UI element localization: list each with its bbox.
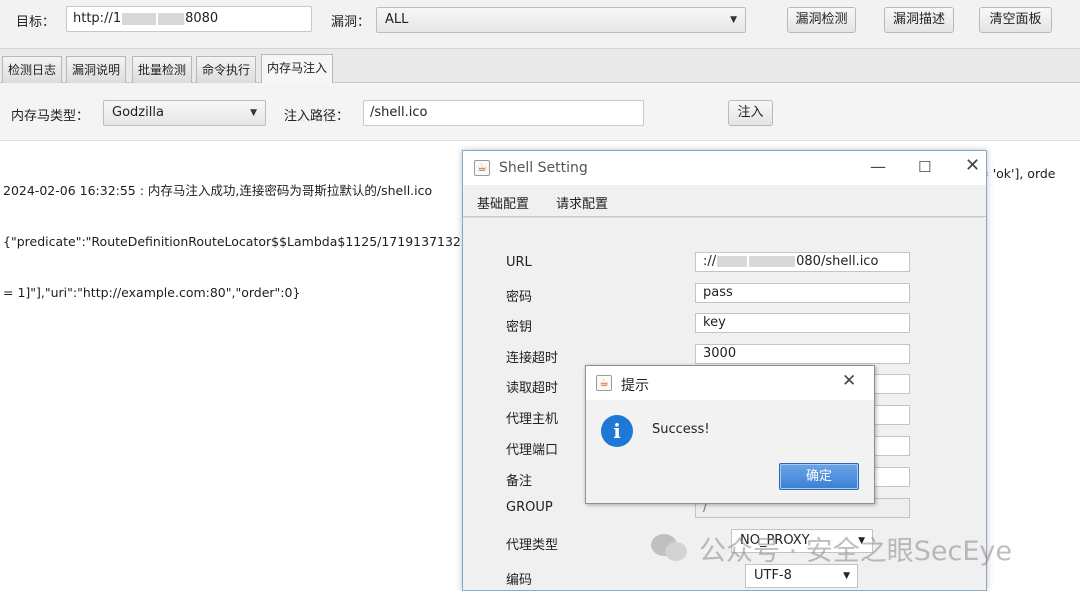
- java-cup-icon: ☕: [474, 160, 490, 176]
- inject-path-input[interactable]: /shell.ico: [363, 100, 644, 126]
- target-input[interactable]: http://1 8080: [66, 6, 312, 32]
- tab-detect-log[interactable]: 检测日志: [2, 56, 63, 83]
- field-label-proxy-host: 代理主机: [506, 412, 559, 427]
- redacted-block: [749, 256, 796, 267]
- memshell-type-select[interactable]: Godzilla ▼: [103, 100, 266, 126]
- target-label: 目标：: [16, 15, 56, 30]
- info-icon: i: [601, 415, 633, 447]
- target-value-prefix: http://1: [73, 11, 122, 26]
- inject-path-label: 注入路径：: [284, 109, 350, 124]
- key-input[interactable]: key: [695, 313, 910, 333]
- watermark-text: 公众号 · 安全之眼SecEye: [699, 535, 1012, 567]
- inject-button[interactable]: 注入: [728, 100, 773, 126]
- close-icon[interactable]: ✕: [965, 155, 980, 176]
- field-label-encoding: 编码: [506, 573, 533, 588]
- url-value-prefix: ://: [703, 254, 717, 269]
- tab-command-exec[interactable]: 命令执行: [196, 56, 257, 83]
- window-titlebar[interactable]: ☕ Shell Setting — ☐ ✕: [463, 151, 986, 185]
- tab-basic-config[interactable]: 基础配置: [477, 193, 530, 219]
- url-value-suffix: 080/shell.ico: [796, 254, 879, 269]
- memshell-type-label: 内存马类型：: [11, 109, 90, 124]
- vuln-label: 漏洞：: [331, 15, 371, 30]
- message-dialog: ☕ 提示 ✕ i Success! 确定: [585, 365, 875, 504]
- maximize-icon[interactable]: ☐: [918, 158, 931, 176]
- tab-request-config[interactable]: 请求配置: [556, 193, 608, 212]
- redacted-block: [158, 12, 185, 25]
- tab-batch-detect[interactable]: 批量检测: [132, 56, 193, 83]
- field-label-url: URL: [506, 255, 532, 270]
- connect-timeout-input[interactable]: 3000: [695, 344, 910, 364]
- wechat-icon: [651, 532, 689, 564]
- vuln-detect-button[interactable]: 漏洞检测: [787, 7, 856, 33]
- window-title: Shell Setting: [499, 160, 588, 176]
- field-label-password: 密码: [506, 290, 533, 305]
- vuln-describe-button[interactable]: 漏洞描述: [884, 7, 954, 33]
- chevron-down-icon: ▼: [730, 15, 737, 25]
- watermark: 公众号 · 安全之眼SecEye: [651, 528, 1012, 568]
- field-label-proxy-type: 代理类型: [506, 538, 559, 553]
- close-icon[interactable]: ✕: [842, 371, 856, 391]
- dialog-titlebar[interactable]: ☕ 提示 ✕: [586, 366, 874, 400]
- minimize-icon[interactable]: —: [870, 157, 886, 176]
- dialog-title: 提示: [621, 378, 649, 394]
- target-value-suffix: 8080: [185, 11, 219, 26]
- field-label-read-timeout: 读取超时: [506, 381, 559, 396]
- password-input[interactable]: pass: [695, 283, 910, 303]
- tab-memshell-inject[interactable]: 内存马注入: [261, 54, 334, 84]
- field-label-connect-timeout: 连接超时: [506, 351, 559, 366]
- tab-vuln-info[interactable]: 漏洞说明: [66, 56, 127, 83]
- url-input[interactable]: :// 080/shell.ico: [695, 252, 910, 272]
- field-label-remark: 备注: [506, 474, 533, 489]
- redacted-block: [717, 256, 748, 267]
- chevron-down-icon: ▼: [250, 108, 257, 118]
- field-label-group: GROUP: [506, 500, 553, 515]
- field-label-key: 密钥: [506, 320, 533, 335]
- memshell-type-value: Godzilla: [112, 105, 164, 120]
- shell-tab-bar: 基础配置 请求配置: [463, 185, 986, 219]
- field-label-proxy-port: 代理端口: [506, 443, 559, 458]
- chevron-down-icon: ▼: [843, 571, 850, 581]
- vuln-select-value: ALL: [385, 12, 409, 27]
- redacted-block: [122, 12, 157, 25]
- ok-button[interactable]: 确定: [779, 463, 859, 490]
- clear-panel-button[interactable]: 清空面板: [979, 7, 1052, 33]
- main-tab-bar: 检测日志 漏洞说明 批量检测 命令执行 内存马注入: [0, 48, 1080, 84]
- dialog-message: Success!: [652, 422, 710, 437]
- vuln-select[interactable]: ALL ▼: [376, 7, 746, 33]
- inject-panel: 内存马类型： Godzilla ▼ 注入路径： /shell.ico 注入: [0, 83, 1080, 141]
- top-toolbar: 目标： http://1 8080 漏洞： ALL ▼ 漏洞检测 漏洞描述 清空面…: [0, 0, 1080, 48]
- encoding-value: UTF-8: [754, 568, 792, 583]
- java-cup-icon: ☕: [596, 375, 612, 391]
